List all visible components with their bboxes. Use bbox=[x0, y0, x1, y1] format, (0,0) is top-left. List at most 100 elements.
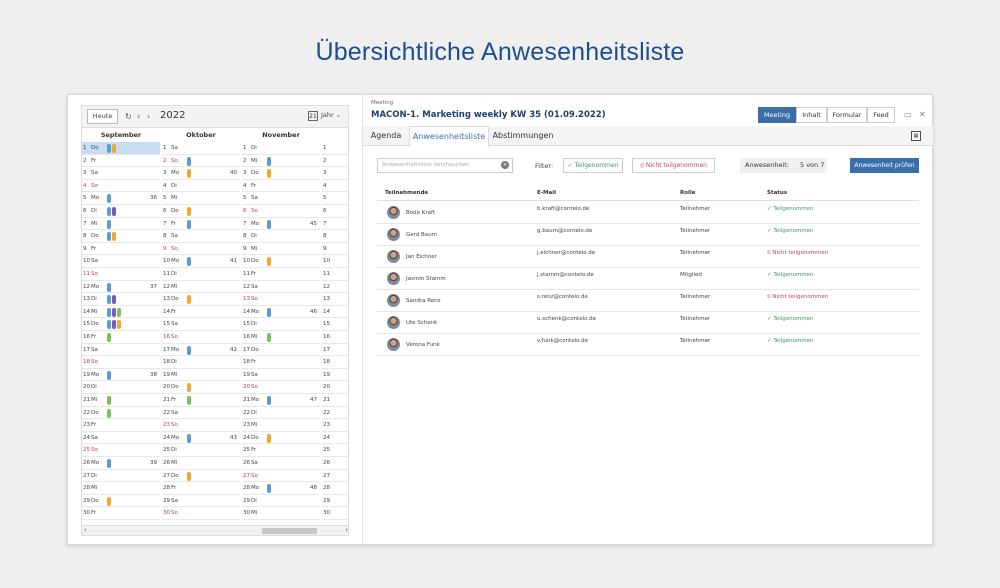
event-marker[interactable] bbox=[187, 433, 191, 443]
calendar-day[interactable]: 19 Sa bbox=[242, 369, 320, 382]
calendar-day[interactable]: 10 Sa bbox=[82, 255, 160, 268]
scroll-right-icon[interactable]: › bbox=[345, 526, 348, 534]
view-inhalt-button[interactable]: Inhalt bbox=[796, 107, 827, 123]
event-marker[interactable] bbox=[112, 232, 116, 242]
event-marker[interactable] bbox=[187, 207, 191, 216]
event-marker[interactable] bbox=[107, 307, 111, 317]
calendar-day[interactable]: 20 bbox=[322, 381, 348, 394]
event-marker[interactable] bbox=[267, 433, 271, 443]
calendar-day[interactable]: 13 Do bbox=[162, 293, 240, 306]
calendar-day[interactable]: 15 Do bbox=[82, 318, 160, 331]
calendar-scrollbar[interactable]: ‹ › bbox=[82, 525, 348, 535]
calendar-day[interactable]: 25 bbox=[322, 444, 348, 457]
today-button[interactable]: Heute bbox=[87, 109, 118, 124]
calendar-day[interactable]: 12 Mo 37 bbox=[82, 281, 160, 294]
calendar-day[interactable]: 8 Do bbox=[82, 230, 160, 243]
calendar-day[interactable]: 23 Fr bbox=[82, 419, 160, 432]
calendar-day[interactable]: 23 Mi bbox=[242, 419, 320, 432]
scroll-thumb[interactable] bbox=[262, 528, 317, 534]
calendar-day[interactable]: 2 Fr bbox=[82, 155, 160, 168]
calendar-day[interactable]: 30 So bbox=[162, 507, 240, 520]
table-row[interactable]: Verona Funk v.funk@contelo.de Teilnehmer ✓ … bbox=[377, 334, 919, 356]
event-marker[interactable] bbox=[117, 320, 121, 330]
calendar-day[interactable]: 8 Sa bbox=[162, 230, 240, 243]
calendar-day[interactable]: 30 Fr bbox=[82, 507, 160, 520]
tab-agenda[interactable]: Agenda bbox=[363, 126, 409, 146]
event-marker[interactable] bbox=[112, 307, 116, 317]
event-marker[interactable] bbox=[107, 408, 111, 418]
calendar-day[interactable]: 26 Sa bbox=[242, 457, 320, 470]
calendar-day[interactable]: 5 Mi bbox=[162, 192, 240, 205]
calendar-day[interactable]: 21 Mi bbox=[82, 394, 160, 407]
calendar-day[interactable]: 23 bbox=[322, 419, 348, 432]
calendar-day[interactable]: 5 Mo 36 bbox=[82, 192, 160, 205]
event-marker[interactable] bbox=[267, 169, 271, 179]
calendar-day[interactable]: 29 Sa bbox=[162, 495, 240, 508]
calendar-day[interactable]: 24 Mo 43 bbox=[162, 432, 240, 445]
calendar-day[interactable]: 14 Fr bbox=[162, 306, 240, 319]
calendar-day[interactable]: 26 Mo 39 bbox=[82, 457, 160, 470]
calendar-day[interactable]: 6 Di bbox=[82, 205, 160, 218]
event-marker[interactable] bbox=[267, 396, 271, 405]
calendar-day[interactable]: 2 So bbox=[162, 155, 240, 168]
event-marker[interactable] bbox=[107, 144, 111, 153]
clear-icon[interactable]: × bbox=[501, 161, 509, 169]
event-marker[interactable] bbox=[187, 295, 191, 305]
calendar-day[interactable]: 27 Di bbox=[82, 470, 160, 483]
view-select[interactable]: Jahr ⌄ bbox=[321, 111, 341, 119]
calendar-day[interactable]: 25 So bbox=[82, 444, 160, 457]
calendar-day[interactable]: 30 bbox=[322, 507, 348, 520]
table-row[interactable]: Sandra Renz s.renz@contelo.de Teilnehmer ⦸ … bbox=[377, 290, 919, 312]
tab-abstimmungen[interactable]: Abstimmungen bbox=[489, 126, 557, 146]
calendar-day[interactable]: 10 bbox=[322, 255, 348, 268]
calendar-day[interactable]: 11 Di bbox=[162, 268, 240, 281]
event-marker[interactable] bbox=[267, 333, 271, 342]
calendar-day[interactable]: 7 Fr bbox=[162, 218, 240, 231]
calendar-day[interactable]: 18 bbox=[322, 356, 348, 369]
event-marker[interactable] bbox=[267, 219, 271, 229]
calendar-day[interactable]: 12 Mi bbox=[162, 281, 240, 294]
calendar-day[interactable]: 18 So bbox=[82, 356, 160, 369]
calendar-day[interactable]: 25 Di bbox=[162, 444, 240, 457]
calendar-day[interactable]: 29 Di bbox=[242, 495, 320, 508]
calendar-day[interactable]: 19 Mo 38 bbox=[82, 369, 160, 382]
calendar-day[interactable]: 13 bbox=[322, 293, 348, 306]
event-marker[interactable] bbox=[187, 345, 191, 355]
calendar-day[interactable]: 7 bbox=[322, 218, 348, 231]
calendar-day[interactable]: 9 So bbox=[162, 243, 240, 256]
minimize-icon[interactable]: ▭ bbox=[904, 110, 912, 119]
calendar-day[interactable]: 26 bbox=[322, 457, 348, 470]
table-row[interactable]: Jasmin Stamm j.stamm@contelo.de Mitglied ✓ … bbox=[377, 268, 919, 290]
calendar-day[interactable]: 16 Mi bbox=[242, 331, 320, 344]
calendar-day[interactable]: 12 bbox=[322, 281, 348, 294]
calendar-icon[interactable]: 21 bbox=[308, 111, 318, 121]
calendar-day[interactable]: 30 Mi bbox=[242, 507, 320, 520]
calendar-day[interactable]: 3 Sa bbox=[82, 167, 160, 180]
calendar-day[interactable]: 27 bbox=[322, 470, 348, 483]
calendar-day[interactable]: 1 Sa bbox=[162, 142, 240, 155]
event-marker[interactable] bbox=[107, 370, 111, 380]
calendar-day[interactable]: 24 bbox=[322, 432, 348, 445]
calendar-day[interactable]: 18 Fr bbox=[242, 356, 320, 369]
calendar-day[interactable]: 17 Mo 42 bbox=[162, 344, 240, 357]
event-marker[interactable] bbox=[112, 207, 116, 216]
chevron-left-icon[interactable]: ‹ bbox=[137, 111, 140, 122]
calendar-day[interactable]: 27 So bbox=[242, 470, 320, 483]
close-icon[interactable]: ✕ bbox=[919, 110, 926, 119]
grid-icon[interactable]: ▦ bbox=[911, 131, 921, 141]
table-row[interactable]: Gerd Baum g.baum@contelo.de Teilnehmer ✓ Te… bbox=[377, 224, 919, 246]
calendar-day[interactable]: 25 Fr bbox=[242, 444, 320, 457]
calendar-day[interactable]: 14 Mo 46 bbox=[242, 306, 320, 319]
scroll-left-icon[interactable]: ‹ bbox=[84, 526, 87, 534]
calendar-day[interactable]: 5 bbox=[322, 192, 348, 205]
calendar-day[interactable]: 24 Sa bbox=[82, 432, 160, 445]
calendar-day[interactable]: 16 So bbox=[162, 331, 240, 344]
calendar-day[interactable]: 9 Mi bbox=[242, 243, 320, 256]
calendar-day[interactable]: 15 Di bbox=[242, 318, 320, 331]
calendar-day[interactable]: 11 bbox=[322, 268, 348, 281]
calendar-day[interactable]: 28 Mi bbox=[82, 482, 160, 495]
calendar-day[interactable]: 14 Mi bbox=[82, 306, 160, 319]
calendar-day[interactable]: 2 Mi bbox=[242, 155, 320, 168]
calendar-day[interactable]: 14 bbox=[322, 306, 348, 319]
event-marker[interactable] bbox=[117, 307, 121, 317]
